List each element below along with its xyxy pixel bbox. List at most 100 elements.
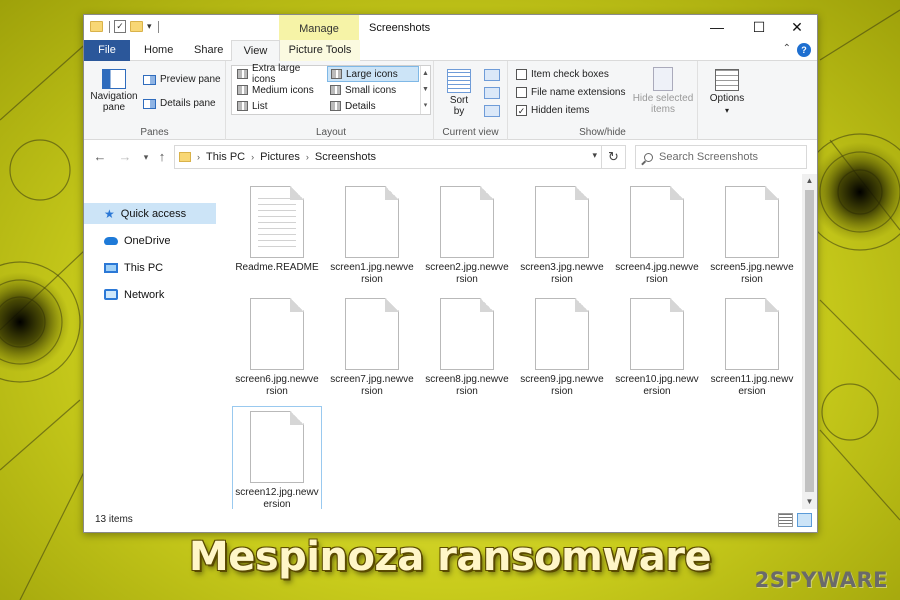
scroll-down-icon[interactable]: ▼ [802, 495, 817, 509]
file-item[interactable]: screen10.jpg.newversion [612, 294, 702, 404]
layout-list[interactable]: List [234, 98, 326, 114]
item-check-boxes-toggle[interactable]: Item check boxes [516, 69, 609, 80]
tab-file[interactable]: File [84, 40, 130, 61]
maximize-button[interactable]: ☐ [744, 18, 774, 37]
vertical-scrollbar[interactable]: ▲ ▼ [802, 174, 817, 509]
breadcrumb-screenshots[interactable]: Screenshots [315, 151, 376, 163]
tab-view[interactable]: View [231, 40, 280, 62]
file-item-focused[interactable]: screen12.jpg.newversion [232, 406, 322, 516]
options-button[interactable]: Options ▾ [704, 69, 750, 115]
nav-item-network[interactable]: Network [84, 284, 216, 305]
large-icons-view-icon[interactable] [797, 513, 812, 527]
file-item[interactable]: screen11.jpg.newversion [707, 294, 797, 404]
star-icon: ★ [104, 206, 115, 221]
help-icon[interactable]: ? [797, 43, 811, 57]
search-input[interactable]: Search Screenshots [635, 145, 807, 169]
layout-small-icons[interactable]: Small icons [327, 82, 419, 98]
file-item[interactable]: screen8.jpg.newversion [422, 294, 512, 404]
nav-item-onedrive[interactable]: OneDrive [84, 230, 216, 251]
properties-icon[interactable]: ✓ [114, 20, 126, 33]
file-item[interactable]: screen7.jpg.newversion [327, 294, 417, 404]
up-button[interactable]: ↑ [154, 150, 170, 164]
blank-file-icon [250, 298, 304, 370]
toolbar-divider [109, 20, 110, 33]
file-name-extensions-checkbox[interactable] [516, 87, 527, 98]
file-item[interactable]: screen4.jpg.newversion [612, 182, 702, 292]
file-item[interactable]: screen3.jpg.newversion [517, 182, 607, 292]
sort-by-label: Sort by [449, 95, 469, 117]
file-item[interactable]: screen9.jpg.newversion [517, 294, 607, 404]
status-bar: 13 items [84, 509, 817, 532]
collapse-ribbon-icon[interactable]: ⌃ [783, 43, 791, 54]
chevron-right-icon[interactable]: › [197, 152, 200, 162]
details-view-icon[interactable] [778, 513, 793, 527]
ribbon: Navigation pane Preview pane Details pan… [84, 61, 817, 140]
chevron-right-icon[interactable]: › [306, 152, 309, 162]
folder-icon [179, 152, 191, 162]
blank-file-icon [345, 186, 399, 258]
close-button[interactable]: ✕ [782, 18, 812, 37]
file-name-extensions-label: File name extensions [531, 87, 626, 98]
file-name: screen4.jpg.newversion [615, 262, 699, 285]
layout-large-icons[interactable]: Large icons [327, 66, 419, 82]
breadcrumb-pictures[interactable]: Pictures [260, 151, 300, 163]
file-item[interactable]: screen1.jpg.newversion [327, 182, 417, 292]
navigation-pane-icon [102, 69, 126, 89]
file-item[interactable]: screen2.jpg.newversion [422, 182, 512, 292]
new-folder-icon[interactable] [130, 21, 143, 32]
blank-file-icon [440, 298, 494, 370]
site-logo: 2SPYWARE [754, 568, 888, 592]
breadcrumb-this-pc[interactable]: This PC [206, 151, 245, 163]
nav-item-this-pc[interactable]: This PC [84, 257, 216, 278]
address-bar[interactable]: › This PC › Pictures › Screenshots ▾ ↻ [174, 145, 626, 169]
address-row: ← → ▾ ↑ › This PC › Pictures › Screensho… [84, 140, 817, 174]
back-button[interactable]: ← [92, 150, 108, 164]
panes-group: Navigation pane Preview pane Details pan… [84, 61, 226, 140]
group-by-icon[interactable] [484, 69, 500, 81]
layout-icon [237, 85, 248, 95]
chevron-right-icon[interactable]: › [251, 152, 254, 162]
refresh-button[interactable]: ↻ [601, 146, 625, 168]
file-item[interactable]: screen5.jpg.newversion [707, 182, 797, 292]
file-item[interactable]: screen6.jpg.newversion [232, 294, 322, 404]
add-columns-icon[interactable] [484, 87, 500, 99]
recent-locations-button[interactable]: ▾ [138, 150, 154, 164]
layout-gallery-scroll[interactable]: ▲ ▼ ▾ [420, 66, 430, 114]
tab-share[interactable]: Share [182, 40, 235, 61]
scroll-up-icon[interactable]: ▲ [802, 174, 817, 188]
details-pane-icon [143, 98, 156, 109]
hide-selected-items-button[interactable]: Hide selected items [632, 67, 694, 115]
file-name: screen5.jpg.newversion [710, 262, 794, 285]
scrollbar-thumb[interactable] [805, 190, 814, 492]
layout-details[interactable]: Details [327, 98, 419, 114]
hidden-items-toggle[interactable]: ✓ Hidden items [516, 105, 589, 116]
address-history-dropdown-icon[interactable]: ▾ [592, 150, 597, 161]
sort-by-button[interactable]: Sort by [444, 69, 474, 117]
layout-extra-large-icons[interactable]: Extra large icons [234, 63, 326, 85]
layout-medium-icons[interactable]: Medium icons [234, 82, 326, 98]
layout-icon [237, 101, 248, 111]
file-item-readme[interactable]: Readme.README [232, 182, 322, 292]
customize-toolbar-icon[interactable]: ▾ [147, 21, 152, 32]
file-list: Readme.README screen1.jpg.newversion scr… [226, 174, 800, 516]
forward-button[interactable]: → [117, 150, 133, 164]
file-name: screen9.jpg.newversion [520, 374, 604, 397]
details-pane-button[interactable]: Details pane [143, 98, 216, 109]
file-name-extensions-toggle[interactable]: File name extensions [516, 87, 626, 98]
nav-item-label: This PC [124, 261, 164, 274]
tab-home[interactable]: Home [132, 40, 185, 61]
folder-icon [90, 21, 103, 32]
maximize-icon: ☐ [752, 19, 766, 35]
options-group: Options ▾ [698, 61, 758, 140]
navigation-pane-button[interactable]: Navigation pane [88, 69, 140, 113]
item-count: 13 items [95, 514, 133, 525]
preview-pane-button[interactable]: Preview pane [143, 74, 221, 85]
file-name: screen3.jpg.newversion [520, 262, 604, 285]
layout-icon [237, 69, 248, 79]
nav-item-quick-access[interactable]: ★ Quick access [84, 203, 216, 224]
tab-picture-tools[interactable]: Picture Tools [280, 40, 360, 61]
size-columns-icon[interactable] [484, 105, 500, 117]
minimize-button[interactable]: — [702, 18, 732, 37]
item-check-boxes-checkbox[interactable] [516, 69, 527, 80]
hidden-items-checkbox[interactable]: ✓ [516, 105, 527, 116]
